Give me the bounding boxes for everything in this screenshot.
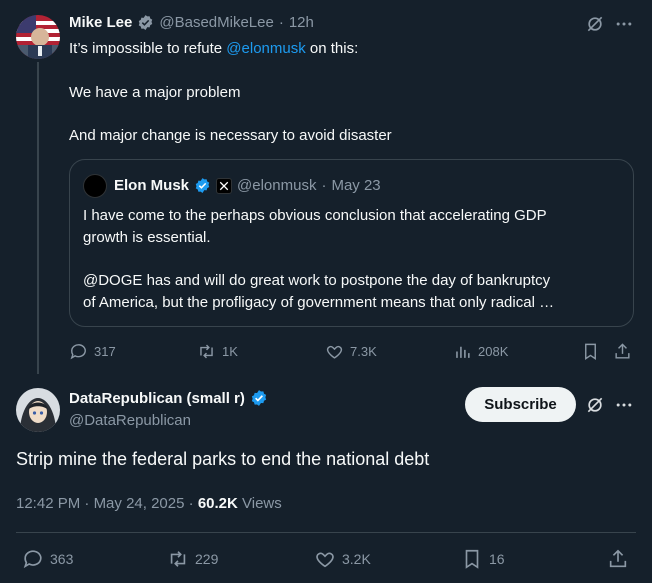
reply-icon (70, 344, 86, 360)
views-count: 60.2K (197, 495, 238, 512)
views-icon (456, 346, 470, 358)
repost-button[interactable]: 229 (167, 548, 218, 570)
text-segment: on this: (305, 40, 359, 57)
author-handle[interactable]: @DataRepublican (69, 412, 191, 429)
repost-button[interactable]: 1K (197, 342, 238, 361)
parent-tweet-line: And major change is necessary to avoid d… (69, 127, 392, 144)
reply-icon (23, 550, 42, 569)
separator: · (278, 14, 284, 31)
author-handle[interactable]: @BasedMikeLee (159, 14, 273, 31)
verified-badge-icon (194, 177, 211, 194)
bookmark-count: 16 (489, 551, 505, 567)
views-count: 208K (478, 344, 509, 359)
quote-header: Elon Musk @elonmusk · May 23 (114, 177, 381, 194)
repost-count: 1K (222, 344, 238, 359)
share-icon[interactable] (607, 548, 629, 570)
mention-link[interactable]: @elonmusk (226, 40, 305, 57)
repost-icon (170, 551, 186, 567)
like-button[interactable]: 7.3K (325, 342, 377, 361)
separator: · (321, 177, 327, 194)
reply-count: 363 (50, 551, 74, 567)
quote-line: growth is essential. (83, 229, 211, 246)
divider (16, 532, 636, 533)
like-count: 3.2K (342, 551, 371, 567)
repost-count: 229 (195, 551, 219, 567)
bookmark-icon[interactable] (581, 342, 600, 361)
share-icon[interactable] (613, 342, 632, 361)
heart-icon (326, 345, 343, 359)
tweet-metadata: 12:42 PM · May 24, 2025 · 60.2K Views (16, 495, 282, 512)
reply-button[interactable]: 317 (69, 342, 116, 361)
avatar[interactable] (16, 15, 60, 59)
like-count: 7.3K (350, 344, 377, 359)
quote-handle[interactable]: @elonmusk (237, 177, 316, 194)
verified-badge-icon (137, 14, 154, 31)
repost-icon (200, 344, 213, 359)
like-button[interactable]: 3.2K (314, 548, 371, 570)
more-icon[interactable] (614, 395, 634, 415)
author-name[interactable]: DataRepublican (small r) (69, 390, 245, 407)
reply-count: 317 (94, 344, 116, 359)
subscribe-button[interactable]: Subscribe (465, 387, 576, 422)
x-logo-icon (216, 177, 233, 194)
timestamp[interactable]: 12h (289, 14, 314, 31)
more-icon[interactable] (614, 14, 634, 34)
tweet-time[interactable]: 12:42 PM (16, 495, 80, 512)
bookmark-button[interactable]: 16 (461, 548, 505, 570)
separator: · (84, 495, 90, 512)
text-segment: It’s impossible to refute (69, 40, 227, 57)
main-tweet-header: DataRepublican (small r) (69, 389, 268, 407)
reply-button[interactable]: 363 (22, 548, 73, 570)
quote-author-name[interactable]: Elon Musk (114, 177, 189, 194)
grok-icon[interactable] (585, 14, 605, 34)
quote-date[interactable]: May 23 (331, 177, 380, 194)
quote-line: @DOGE has and will do great work to post… (83, 272, 551, 289)
bookmark-icon (465, 549, 479, 569)
tweet-date[interactable]: May 24, 2025 (94, 495, 185, 512)
verified-badge-icon (250, 389, 268, 407)
parent-tweet-header: Mike Lee @BasedMikeLee · 12h (69, 14, 314, 31)
quote-avatar[interactable] (83, 174, 107, 198)
thread-line (37, 62, 39, 374)
quote-line: I have come to the perhaps obvious concl… (83, 207, 547, 224)
avatar[interactable] (16, 388, 60, 432)
views-button[interactable]: 208K (453, 342, 508, 361)
heart-icon (316, 552, 334, 568)
parent-tweet-line: We have a major problem (69, 84, 241, 101)
parent-tweet-text: It’s impossible to refute @elonmusk on t… (69, 38, 358, 60)
main-tweet-text: Strip mine the federal parks to end the … (16, 449, 430, 469)
author-name[interactable]: Mike Lee (69, 14, 132, 31)
grok-icon[interactable] (585, 395, 605, 415)
views-label: Views (242, 495, 282, 512)
separator: · (188, 495, 194, 512)
quote-line: of America, but the profligacy of govern… (83, 294, 555, 311)
